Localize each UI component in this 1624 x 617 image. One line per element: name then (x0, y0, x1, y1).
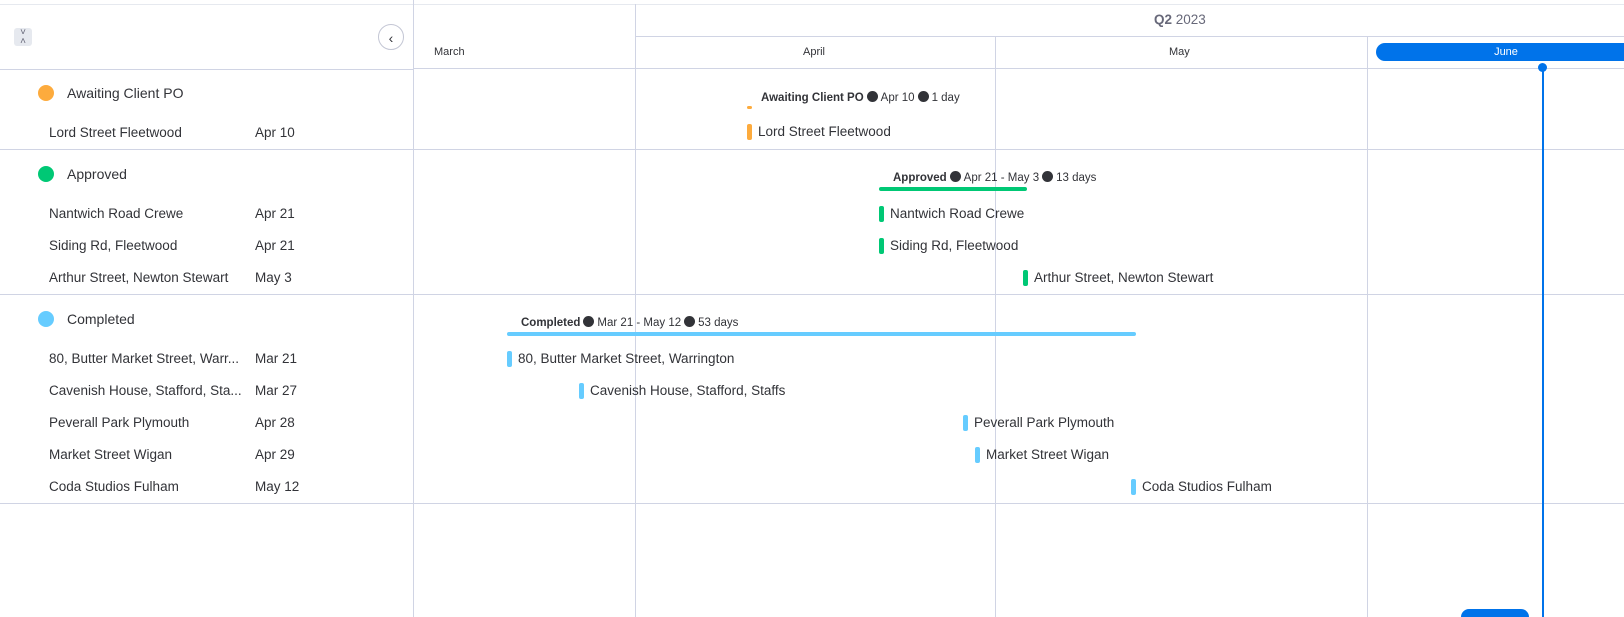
item-bar-label: Nantwich Road Crewe (890, 206, 1025, 221)
item-name[interactable]: Siding Rd, Fleetwood (49, 238, 247, 253)
group-title[interactable]: Awaiting Client PO (67, 85, 183, 101)
item-bar[interactable] (879, 238, 884, 254)
month-march: March (434, 46, 465, 58)
chevron-left-icon[interactable]: ‹ (378, 24, 404, 50)
item-name[interactable]: Cavenish House, Stafford, Sta... (49, 383, 247, 398)
group-range-bar (507, 332, 1136, 336)
today-button[interactable] (1461, 609, 1529, 617)
item-bar-label: Arthur Street, Newton Stewart (1034, 270, 1214, 285)
group-range-bar (879, 187, 1027, 191)
group-summary: Awaiting Client PO Apr 10 1 day (761, 91, 960, 104)
quarter-label: Q2 2023 (1154, 12, 1206, 27)
separator-dot (866, 91, 878, 102)
item-bar-label: Peverall Park Plymouth (974, 415, 1115, 430)
group-title[interactable]: Completed (67, 311, 135, 327)
item-bar[interactable] (579, 383, 584, 399)
item-bar[interactable] (963, 415, 968, 431)
status-dot (38, 311, 54, 327)
item-bar[interactable] (879, 206, 884, 222)
grid-line (995, 36, 996, 617)
separator-dot (583, 316, 595, 327)
summary-range: Apr 10 (880, 92, 915, 104)
item-bar-label: Siding Rd, Fleetwood (890, 238, 1019, 253)
item-name[interactable]: 80, Butter Market Street, Warr... (49, 351, 247, 366)
item-date: Mar 27 (255, 383, 298, 398)
item-bar[interactable] (975, 447, 980, 463)
item-date: Mar 21 (255, 351, 298, 366)
item-date: May 3 (255, 270, 292, 285)
item-name[interactable]: Market Street Wigan (49, 447, 247, 462)
item-bar-label: Market Street Wigan (986, 447, 1110, 462)
summary-range: Mar 21 - May 12 (597, 317, 682, 329)
group-title[interactable]: Approved (67, 166, 127, 182)
item-date: Apr 29 (255, 447, 295, 462)
summary-duration: 53 days (698, 317, 739, 329)
status-dot (38, 166, 54, 182)
separator-dot (949, 171, 961, 182)
item-name[interactable]: Coda Studios Fulham (49, 479, 247, 494)
timeline: Q2 2023 March April May June Awaiting Cl… (414, 0, 1624, 617)
left-panel: ˅ ˄ ‹ Awaiting Client PO Lord Street Flee… (0, 0, 414, 617)
summary-range: Apr 21 - May 3 (963, 172, 1040, 184)
month-may: May (1169, 46, 1190, 58)
month-june-current[interactable]: June (1376, 43, 1624, 61)
item-date: Apr 10 (255, 125, 295, 140)
item-bar-label: 80, Butter Market Street, Warrington (518, 351, 735, 366)
quarter-year: 2023 (1175, 12, 1206, 27)
grid-line (414, 68, 1624, 69)
group-summary: Approved Apr 21 - May 3 13 days (893, 171, 1096, 184)
item-date: Apr 21 (255, 206, 295, 221)
grid-line (414, 4, 1624, 5)
grid-line (635, 36, 1624, 37)
item-bar-label: Cavenish House, Stafford, Staffs (590, 383, 786, 398)
item-bar[interactable] (507, 351, 512, 367)
summary-duration: 13 days (1056, 172, 1097, 184)
item-name[interactable]: Peverall Park Plymouth (49, 415, 247, 430)
item-bar[interactable] (747, 124, 752, 140)
grid-line (414, 503, 1624, 504)
item-bar[interactable] (1023, 270, 1028, 286)
item-bar-label: Lord Street Fleetwood (758, 124, 891, 139)
item-bar[interactable] (1131, 479, 1136, 495)
group-completed (0, 295, 413, 504)
summary-title: Awaiting Client PO (761, 92, 864, 104)
item-name[interactable]: Lord Street Fleetwood (49, 125, 247, 140)
separator-dot (684, 316, 696, 327)
group-summary: Completed Mar 21 - May 12 53 days (521, 316, 738, 329)
month-april: April (803, 46, 826, 58)
grid-line (414, 294, 1624, 295)
grid-line (414, 149, 1624, 150)
summary-title: Approved (893, 172, 947, 184)
grid-line (1367, 36, 1368, 617)
item-name[interactable]: Nantwich Road Crewe (49, 206, 247, 221)
today-marker-line (1542, 67, 1544, 617)
separator-dot (917, 91, 929, 102)
status-dot (38, 85, 54, 101)
separator-dot (1042, 171, 1054, 182)
item-date: Apr 28 (255, 415, 295, 430)
left-header (0, 4, 413, 70)
group-range-bar (747, 106, 752, 109)
summary-title: Completed (521, 317, 581, 329)
quarter-prefix: Q2 (1154, 12, 1173, 27)
grid-line (635, 4, 636, 617)
summary-duration: 1 day (931, 92, 960, 104)
item-bar-label: Coda Studios Fulham (1142, 479, 1272, 494)
item-name[interactable]: Arthur Street, Newton Stewart (49, 270, 247, 285)
item-date: May 12 (255, 479, 300, 494)
item-date: Apr 21 (255, 238, 295, 253)
collapse-icon[interactable]: ˅ ˄ (14, 28, 32, 47)
